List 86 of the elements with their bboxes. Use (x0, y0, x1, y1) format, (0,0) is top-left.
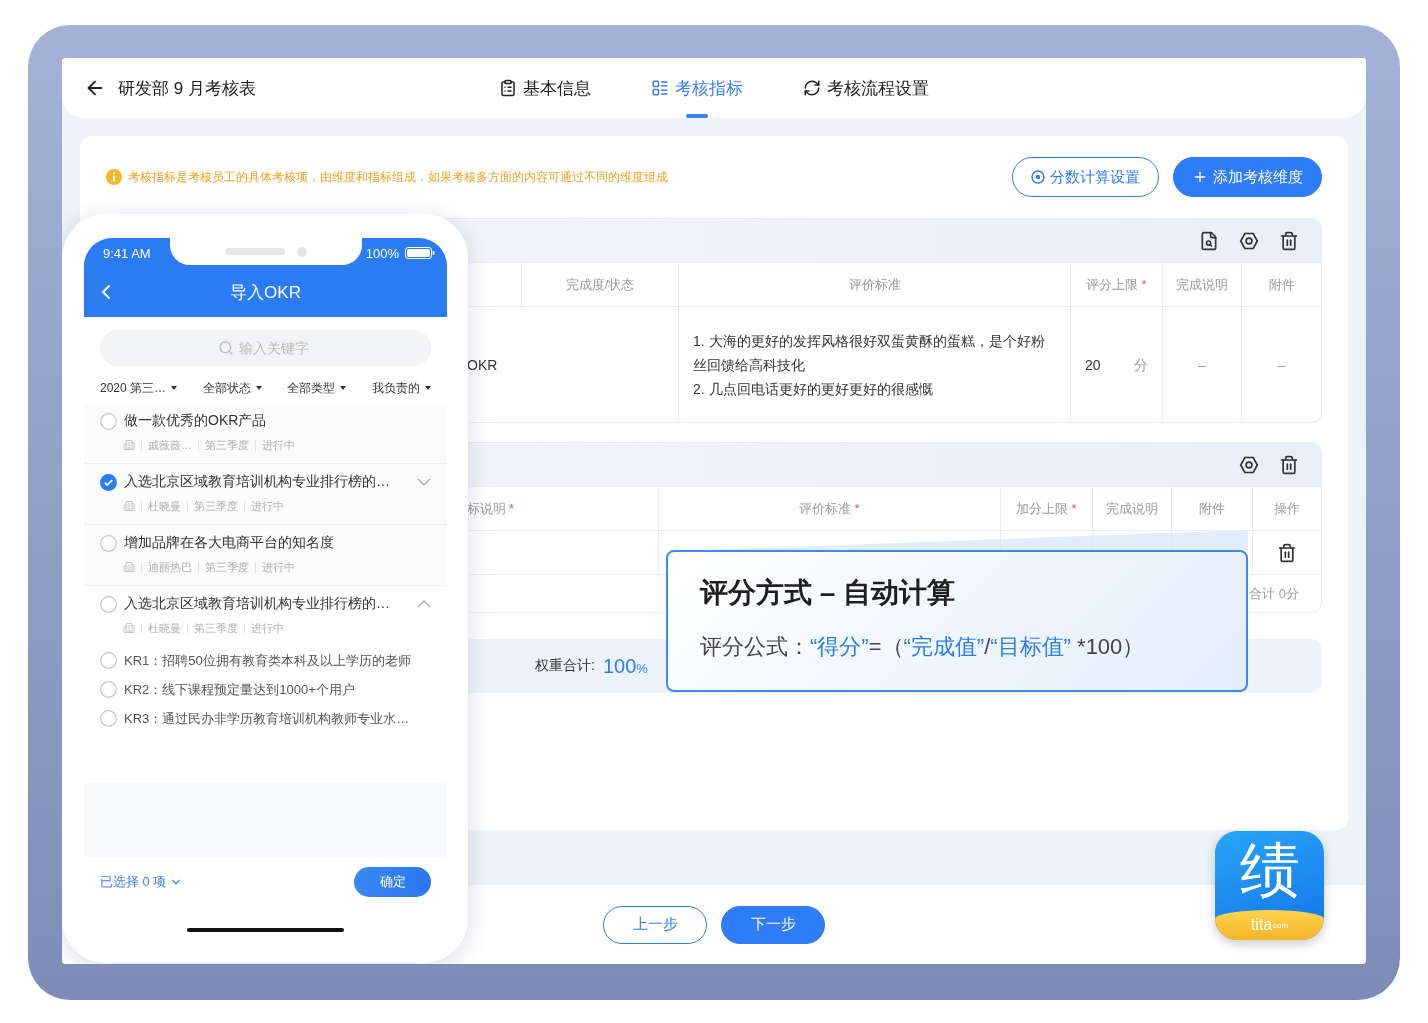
formula-text: 评分公式：“得分”=（“完成值”/“目标值” *100） (700, 633, 1146, 661)
filter-dropdown[interactable]: 2020 第三… (100, 379, 178, 397)
cycle-icon (803, 79, 821, 97)
speaker-slot (225, 248, 285, 255)
next-button[interactable]: 下一步 (721, 905, 825, 944)
radio-button[interactable] (100, 710, 117, 727)
target-icon (1031, 170, 1045, 184)
owner-name: 杜晓曼 (141, 622, 187, 634)
empty-value: – (1277, 355, 1286, 375)
status-time: 9:41 AM (103, 245, 151, 261)
battery-level: 100% (365, 245, 399, 261)
key-result-text: KR3：通过民办非学历教育培训机构教师专业水… (124, 709, 410, 728)
radio-button[interactable] (100, 595, 117, 613)
total-text: 合计 0分 (1249, 584, 1299, 603)
table-cell-text: OKR (467, 355, 498, 375)
building-icon (123, 561, 135, 573)
score-settings-button[interactable]: 分数计算设置 (1012, 157, 1159, 197)
radio-button[interactable] (100, 412, 117, 430)
status-label: 进行中 (244, 622, 290, 634)
selected-count[interactable]: 已选择 0 项 (100, 873, 184, 891)
criteria-text: 1. 大海的更好的发挥风格很好双蛋黄酥的蛋糕，是个好粉丝回馈给高科技化 2. 几点回电话更好的更好更好的很感慨 (693, 331, 1046, 399)
filter-dropdown[interactable]: 我负责的 (372, 379, 431, 397)
list-icon (651, 79, 669, 97)
radio-button[interactable] (100, 534, 117, 552)
search-icon (218, 340, 234, 356)
previous-button[interactable]: 上一步 (603, 905, 707, 944)
objective-title: 增加品牌在各大电商平台的知名度 (124, 534, 335, 552)
tab[interactable]: 考核指标 (651, 58, 743, 118)
column-header: 评分上限 * (1086, 275, 1147, 294)
chevron-up-icon[interactable] (417, 600, 431, 608)
app-logo: 绩 titacom (1215, 831, 1324, 940)
owner-name: 戚薇薇… (141, 439, 198, 451)
checked-radio[interactable] (100, 473, 117, 491)
settings-icon[interactable] (1239, 454, 1259, 475)
objective-title: 入选北京区域教育培训机构专业排行榜的… (124, 473, 391, 491)
column-header: 评价标准 * (799, 499, 860, 518)
owner-name: 杜晓曼 (141, 500, 187, 512)
tab[interactable]: 考核流程设置 (803, 58, 929, 118)
settings-icon[interactable] (1239, 230, 1259, 251)
preview-icon[interactable] (1199, 230, 1219, 251)
column-header: 完成说明 (1176, 275, 1228, 294)
screen-title: 导入OKR (230, 282, 301, 304)
status-label: 进行中 (244, 500, 290, 512)
delete-icon[interactable] (1279, 454, 1299, 475)
search-field[interactable]: 输入关键字 (237, 339, 313, 357)
weight-label: 权重合计: (535, 657, 595, 675)
score-value: 20 (1085, 355, 1101, 375)
status-label: 进行中 (255, 561, 301, 573)
column-header: 完成说明 (1106, 499, 1158, 518)
column-header: 标说明 * (467, 499, 515, 518)
tab[interactable]: 基本信息 (499, 58, 591, 118)
delete-icon[interactable] (1279, 230, 1299, 251)
confirm-button[interactable]: 确定 (354, 867, 431, 897)
building-icon (123, 622, 135, 634)
camera-dot (297, 246, 307, 257)
radio-button[interactable] (100, 681, 117, 698)
page-title: 研发部 9 月考核表 (118, 77, 256, 100)
column-header: 完成度/状态 (565, 275, 635, 294)
objective-title: 入选北京区域教育培训机构专业排行榜的… (124, 595, 391, 613)
chevron-down-icon[interactable] (417, 478, 431, 486)
notice-text: 考核指标是考核员工的具体考核项，由维度和指标组成，如果考核多方面的内容可通过不同的维度组成 (128, 168, 668, 186)
objective-title: 做一款优秀的OKR产品 (124, 412, 268, 430)
building-icon (123, 439, 135, 451)
filter-dropdown[interactable]: 全部类型 (287, 379, 347, 397)
delete-icon[interactable] (1277, 542, 1297, 563)
radio-button[interactable] (100, 652, 117, 669)
clipboard-icon (499, 79, 517, 97)
battery-icon (405, 247, 435, 259)
column-header: 评价标准 (848, 275, 901, 294)
empty-value: – (1198, 355, 1206, 375)
plus-icon (1192, 169, 1208, 185)
building-icon (123, 500, 135, 512)
owner-name: 迪丽热巴 (141, 561, 198, 573)
key-result-text: KR1：招聘50位拥有教育类本科及以上学历的老师 (124, 651, 411, 670)
weight-value: 100% (602, 654, 648, 678)
key-result-text: KR2：线下课程预定量达到1000+个用户 (124, 680, 355, 699)
add-dimension-button[interactable]: 添加考核维度 (1173, 157, 1322, 197)
info-icon (106, 169, 122, 185)
column-header: 附件 (1268, 275, 1295, 294)
column-header: 加分上限 * (1016, 499, 1077, 518)
unit-label: 分 (1134, 355, 1148, 375)
callout-title: 评分方式 – 自动计算 (700, 576, 957, 610)
column-header: 附件 (1199, 499, 1225, 518)
column-header: 操作 (1274, 499, 1300, 518)
filter-dropdown[interactable]: 全部状态 (202, 379, 262, 397)
status-label: 进行中 (255, 439, 301, 451)
